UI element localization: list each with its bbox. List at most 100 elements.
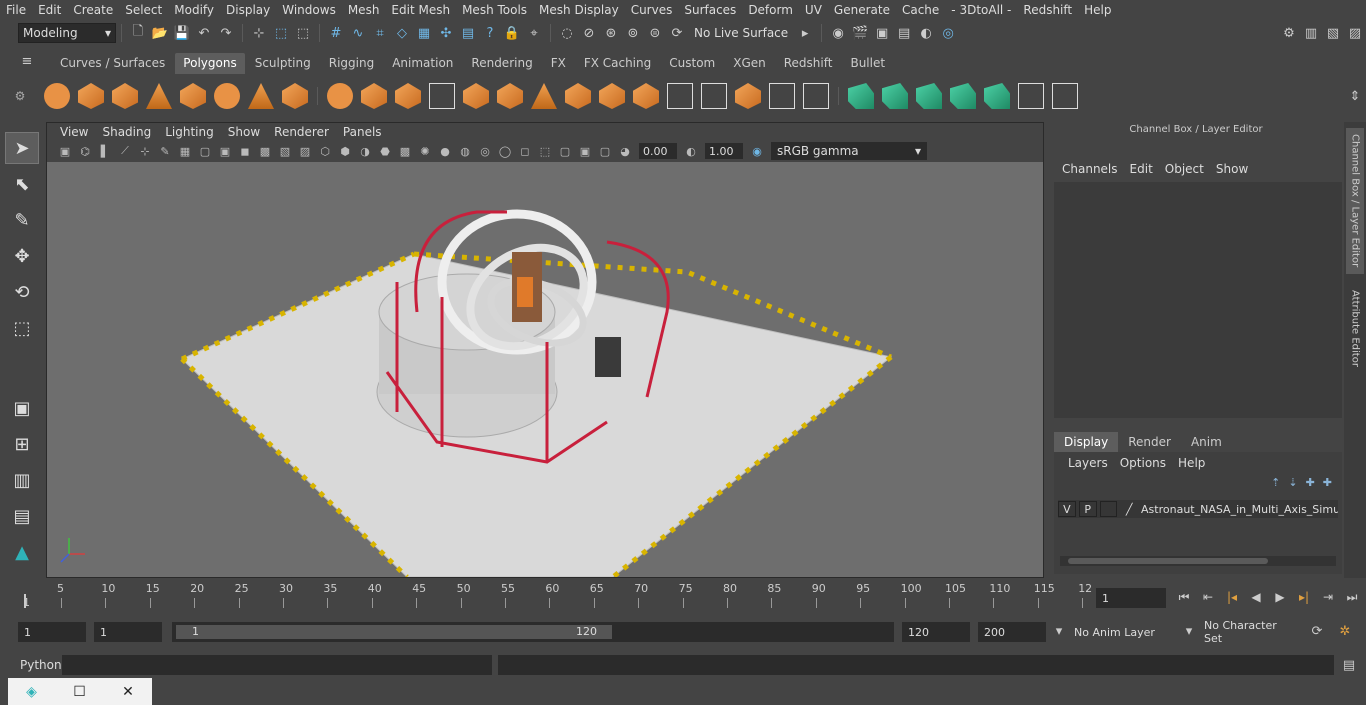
rotate-tool-icon[interactable]: ⟲: [5, 276, 39, 308]
color-space-select[interactable]: sRGB gamma ▾: [771, 142, 927, 160]
auto-key-icon[interactable]: ⟳: [1308, 622, 1326, 640]
use-lights-icon[interactable]: ✺: [417, 143, 433, 159]
menu-curves[interactable]: Curves: [625, 3, 679, 17]
menu-windows[interactable]: Windows: [276, 3, 342, 17]
layer-visibility-toggle[interactable]: V: [1058, 501, 1076, 517]
uv-layout-icon[interactable]: [1052, 83, 1078, 109]
channel-menu-channels[interactable]: Channels: [1056, 162, 1124, 176]
scene-start-field[interactable]: 1: [18, 622, 86, 642]
motion-blur-icon[interactable]: ◎: [477, 143, 493, 159]
fill-hole-icon[interactable]: [735, 83, 761, 109]
layer-scrollbar[interactable]: [1060, 556, 1336, 566]
move-layer-down-icon[interactable]: ⇣: [1288, 476, 1297, 489]
snap-surface-icon[interactable]: ▦: [415, 24, 433, 42]
tab-sculpting[interactable]: Sculpting: [247, 53, 319, 74]
uv-planar-icon[interactable]: [848, 83, 874, 109]
extrude-icon[interactable]: [565, 83, 591, 109]
time-slider[interactable]: 1 5 10 15 20 25 30 35 40 45 50 55 60 65 70 75 80 85 90 95 1…: [18, 582, 1092, 610]
menu-help[interactable]: Help: [1078, 3, 1117, 17]
menu-uv[interactable]: UV: [799, 3, 828, 17]
tab-bullet[interactable]: Bullet: [842, 53, 893, 74]
tab-polygons[interactable]: Polygons: [175, 53, 245, 74]
render-settings-icon[interactable]: ◉: [829, 24, 847, 42]
bridge-icon[interactable]: [633, 83, 659, 109]
paint-select-tool-icon[interactable]: ✎: [5, 204, 39, 236]
select-tool-icon[interactable]: ➤: [5, 132, 39, 164]
shelf-menu-icon[interactable]: ≡: [18, 52, 36, 70]
snap-view-icon[interactable]: ◇: [393, 24, 411, 42]
tab-channel-box[interactable]: Channel Box / Layer Editor: [1346, 128, 1364, 274]
ipr-render-icon[interactable]: ▣: [873, 24, 891, 42]
grid-icon[interactable]: ▦: [177, 143, 193, 159]
step-back-key-icon[interactable]: ⇤: [1196, 587, 1220, 607]
tab-custom[interactable]: Custom: [661, 53, 723, 74]
depth-of-field-icon[interactable]: ◻: [517, 143, 533, 159]
poly-sphere-icon[interactable]: [44, 83, 70, 109]
multi-cut-icon[interactable]: [531, 83, 557, 109]
smooth-shade-icon[interactable]: ⬢: [337, 143, 353, 159]
menu-create[interactable]: Create: [67, 3, 119, 17]
insert-edge-loop-icon[interactable]: [667, 83, 693, 109]
scrollbar-thumb[interactable]: [1068, 558, 1268, 564]
playback-start-field[interactable]: 1: [94, 622, 162, 642]
tab-rigging[interactable]: Rigging: [321, 53, 382, 74]
live-surface-field[interactable]: No Live Surface: [688, 23, 794, 43]
chevron-down-icon[interactable]: ▾: [1050, 622, 1068, 640]
restore-icon[interactable]: ☐: [73, 684, 86, 700]
poly-pyramid-icon[interactable]: [248, 83, 274, 109]
snap-point-icon[interactable]: ⌗: [371, 24, 389, 42]
panel-arrow-icon[interactable]: ▸: [796, 24, 814, 42]
layer-playback-toggle[interactable]: P: [1078, 501, 1097, 517]
target-weld-icon[interactable]: [769, 83, 795, 109]
menu-edit-mesh[interactable]: Edit Mesh: [385, 3, 456, 17]
layout-toggle-2-icon[interactable]: ▨: [1346, 24, 1364, 42]
viewport-menu-show[interactable]: Show: [221, 125, 267, 139]
outliner-layout-icon[interactable]: ▤: [5, 500, 39, 532]
menu-display[interactable]: Display: [220, 3, 276, 17]
ao-icon[interactable]: ◍: [457, 143, 473, 159]
viewport-menu-panels[interactable]: Panels: [336, 125, 389, 139]
shelf-scroll-icon[interactable]: ⇕: [1346, 87, 1364, 105]
anim-prefs-icon[interactable]: ✲: [1336, 622, 1354, 640]
scale-tool-icon[interactable]: ⬚: [5, 312, 39, 344]
offset-edge-loop-icon[interactable]: [701, 83, 727, 109]
playback-end-field[interactable]: 120: [902, 622, 970, 642]
poly-cone-icon[interactable]: [146, 83, 172, 109]
render-frame-icon[interactable]: 🎬: [851, 24, 869, 42]
select-hierarchy-icon[interactable]: ⊹: [250, 24, 268, 42]
script-editor-icon[interactable]: ▤: [1340, 656, 1358, 674]
menu-redshift[interactable]: Redshift: [1017, 3, 1078, 17]
magnet-icon[interactable]: ⌖: [525, 24, 543, 42]
tab-render[interactable]: Render: [1118, 432, 1181, 452]
reflect-icon[interactable]: ⊚: [624, 24, 642, 42]
uv-automatic-icon[interactable]: [950, 83, 976, 109]
menu-surfaces[interactable]: Surfaces: [678, 3, 742, 17]
viewport-menu-renderer[interactable]: Renderer: [267, 125, 336, 139]
bookmark-icon[interactable]: ▌: [97, 143, 113, 159]
close-icon[interactable]: ✕: [122, 684, 134, 700]
poly-pipe-icon[interactable]: [282, 83, 308, 109]
shadows-icon[interactable]: ●: [437, 143, 453, 159]
uv-cylindrical-icon[interactable]: [882, 83, 908, 109]
script-language-label[interactable]: Python: [20, 658, 62, 672]
anim-layer-select[interactable]: No Anim Layer: [1068, 622, 1178, 642]
menu-deform[interactable]: Deform: [742, 3, 799, 17]
play-backwards-icon[interactable]: ◀: [1244, 587, 1268, 607]
undo-icon[interactable]: ↶: [195, 24, 213, 42]
poly-torus-icon[interactable]: [214, 83, 240, 109]
mirror-icon[interactable]: [395, 83, 421, 109]
go-to-end-icon[interactable]: ⏭: [1340, 587, 1364, 607]
channel-box-area[interactable]: [1054, 182, 1342, 418]
go-to-start-icon[interactable]: ⏮: [1172, 587, 1196, 607]
field-chart-icon[interactable]: ▩: [257, 143, 273, 159]
safe-action-icon[interactable]: ▧: [277, 143, 293, 159]
layer-menu-help[interactable]: Help: [1172, 456, 1211, 470]
select-component-icon[interactable]: ⬚: [294, 24, 312, 42]
gamma-field[interactable]: 1.00: [705, 143, 743, 159]
save-scene-icon[interactable]: 💾: [173, 24, 191, 42]
tab-animation[interactable]: Animation: [384, 53, 461, 74]
menu-mesh-tools[interactable]: Mesh Tools: [456, 3, 533, 17]
move-layer-up-icon[interactable]: ⇡: [1271, 476, 1280, 489]
tab-xgen[interactable]: XGen: [725, 53, 774, 74]
paint-select-icon[interactable]: ⊘: [580, 24, 598, 42]
